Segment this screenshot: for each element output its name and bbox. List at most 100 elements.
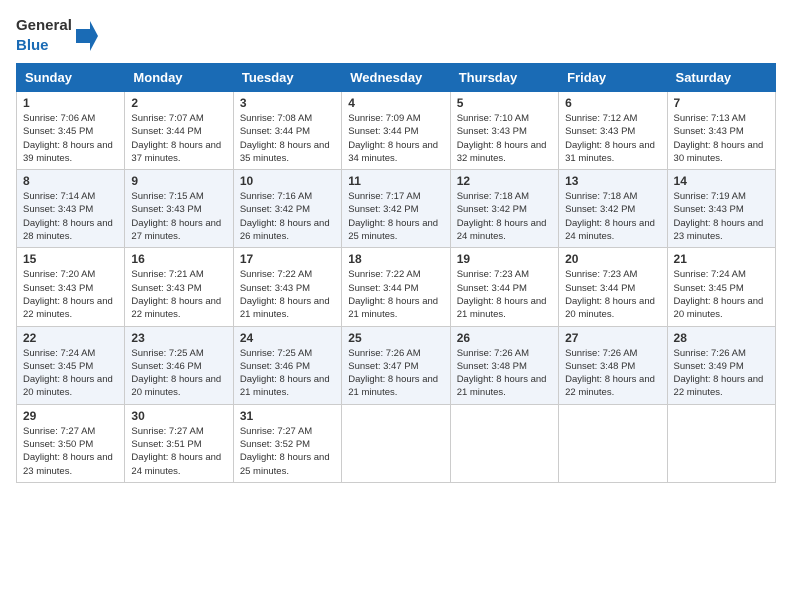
day-info: Sunrise: 7:25 AM Sunset: 3:46 PM Dayligh… [240,347,335,400]
day-info: Sunrise: 7:07 AM Sunset: 3:44 PM Dayligh… [131,112,226,165]
day-number: 25 [348,331,443,345]
day-info: Sunrise: 7:24 AM Sunset: 3:45 PM Dayligh… [23,347,118,400]
daylight-label: Daylight: 8 hours and 21 minutes. [457,374,547,398]
sunrise-label: Sunrise: 7:10 AM [457,113,529,124]
day-number: 13 [565,174,660,188]
day-info: Sunrise: 7:27 AM Sunset: 3:51 PM Dayligh… [131,425,226,478]
sunrise-label: Sunrise: 7:27 AM [131,426,203,437]
daylight-label: Daylight: 8 hours and 25 minutes. [348,218,438,242]
sunset-label: Sunset: 3:42 PM [348,204,418,215]
calendar-day-header: Sunday [17,64,125,92]
day-number: 26 [457,331,552,345]
sunset-label: Sunset: 3:47 PM [348,361,418,372]
day-number: 12 [457,174,552,188]
logo-arrow-icon [76,21,98,51]
sunset-label: Sunset: 3:43 PM [23,283,93,294]
calendar-header-row: SundayMondayTuesdayWednesdayThursdayFrid… [17,64,776,92]
calendar-week-row: 22 Sunrise: 7:24 AM Sunset: 3:45 PM Dayl… [17,326,776,404]
sunrise-label: Sunrise: 7:25 AM [131,348,203,359]
day-number: 22 [23,331,118,345]
day-number: 17 [240,252,335,266]
day-info: Sunrise: 7:16 AM Sunset: 3:42 PM Dayligh… [240,190,335,243]
daylight-label: Daylight: 8 hours and 26 minutes. [240,218,330,242]
daylight-label: Daylight: 8 hours and 23 minutes. [674,218,764,242]
calendar-cell: 10 Sunrise: 7:16 AM Sunset: 3:42 PM Dayl… [233,170,341,248]
calendar-cell: 4 Sunrise: 7:09 AM Sunset: 3:44 PM Dayli… [342,92,450,170]
sunset-label: Sunset: 3:48 PM [565,361,635,372]
daylight-label: Daylight: 8 hours and 20 minutes. [674,296,764,320]
day-info: Sunrise: 7:26 AM Sunset: 3:48 PM Dayligh… [457,347,552,400]
daylight-label: Daylight: 8 hours and 27 minutes. [131,218,221,242]
calendar-day-header: Friday [559,64,667,92]
sunset-label: Sunset: 3:43 PM [457,126,527,137]
sunrise-label: Sunrise: 7:19 AM [674,191,746,202]
daylight-label: Daylight: 8 hours and 39 minutes. [23,140,113,164]
daylight-label: Daylight: 8 hours and 35 minutes. [240,140,330,164]
calendar-cell: 19 Sunrise: 7:23 AM Sunset: 3:44 PM Dayl… [450,248,558,326]
sunrise-label: Sunrise: 7:22 AM [240,269,312,280]
calendar-cell: 21 Sunrise: 7:24 AM Sunset: 3:45 PM Dayl… [667,248,775,326]
sunset-label: Sunset: 3:45 PM [23,361,93,372]
sunrise-label: Sunrise: 7:23 AM [457,269,529,280]
day-info: Sunrise: 7:26 AM Sunset: 3:49 PM Dayligh… [674,347,769,400]
daylight-label: Daylight: 8 hours and 23 minutes. [23,452,113,476]
calendar-cell: 9 Sunrise: 7:15 AM Sunset: 3:43 PM Dayli… [125,170,233,248]
day-number: 3 [240,96,335,110]
sunrise-label: Sunrise: 7:26 AM [674,348,746,359]
calendar-cell: 23 Sunrise: 7:25 AM Sunset: 3:46 PM Dayl… [125,326,233,404]
sunrise-label: Sunrise: 7:26 AM [348,348,420,359]
day-number: 10 [240,174,335,188]
calendar-cell: 28 Sunrise: 7:26 AM Sunset: 3:49 PM Dayl… [667,326,775,404]
daylight-label: Daylight: 8 hours and 24 minutes. [565,218,655,242]
day-info: Sunrise: 7:26 AM Sunset: 3:47 PM Dayligh… [348,347,443,400]
sunrise-label: Sunrise: 7:27 AM [240,426,312,437]
sunrise-label: Sunrise: 7:09 AM [348,113,420,124]
sunrise-label: Sunrise: 7:08 AM [240,113,312,124]
calendar-cell: 24 Sunrise: 7:25 AM Sunset: 3:46 PM Dayl… [233,326,341,404]
sunset-label: Sunset: 3:43 PM [131,204,201,215]
daylight-label: Daylight: 8 hours and 21 minutes. [240,374,330,398]
day-info: Sunrise: 7:27 AM Sunset: 3:52 PM Dayligh… [240,425,335,478]
calendar-week-row: 15 Sunrise: 7:20 AM Sunset: 3:43 PM Dayl… [17,248,776,326]
calendar-cell: 22 Sunrise: 7:24 AM Sunset: 3:45 PM Dayl… [17,326,125,404]
day-info: Sunrise: 7:20 AM Sunset: 3:43 PM Dayligh… [23,268,118,321]
logo: General Blue [16,16,98,55]
day-info: Sunrise: 7:15 AM Sunset: 3:43 PM Dayligh… [131,190,226,243]
day-info: Sunrise: 7:09 AM Sunset: 3:44 PM Dayligh… [348,112,443,165]
daylight-label: Daylight: 8 hours and 37 minutes. [131,140,221,164]
sunset-label: Sunset: 3:43 PM [23,204,93,215]
day-number: 27 [565,331,660,345]
sunset-label: Sunset: 3:48 PM [457,361,527,372]
daylight-label: Daylight: 8 hours and 28 minutes. [23,218,113,242]
sunset-label: Sunset: 3:45 PM [23,126,93,137]
sunset-label: Sunset: 3:43 PM [674,126,744,137]
daylight-label: Daylight: 8 hours and 34 minutes. [348,140,438,164]
day-number: 19 [457,252,552,266]
sunrise-label: Sunrise: 7:23 AM [565,269,637,280]
calendar-cell: 27 Sunrise: 7:26 AM Sunset: 3:48 PM Dayl… [559,326,667,404]
calendar-cell: 31 Sunrise: 7:27 AM Sunset: 3:52 PM Dayl… [233,404,341,482]
day-number: 20 [565,252,660,266]
daylight-label: Daylight: 8 hours and 32 minutes. [457,140,547,164]
sunrise-label: Sunrise: 7:22 AM [348,269,420,280]
day-info: Sunrise: 7:10 AM Sunset: 3:43 PM Dayligh… [457,112,552,165]
daylight-label: Daylight: 8 hours and 22 minutes. [674,374,764,398]
day-info: Sunrise: 7:18 AM Sunset: 3:42 PM Dayligh… [565,190,660,243]
calendar-day-header: Monday [125,64,233,92]
day-number: 29 [23,409,118,423]
calendar-cell: 25 Sunrise: 7:26 AM Sunset: 3:47 PM Dayl… [342,326,450,404]
calendar-cell: 1 Sunrise: 7:06 AM Sunset: 3:45 PM Dayli… [17,92,125,170]
sunrise-label: Sunrise: 7:24 AM [23,348,95,359]
sunset-label: Sunset: 3:42 PM [457,204,527,215]
calendar-week-row: 29 Sunrise: 7:27 AM Sunset: 3:50 PM Dayl… [17,404,776,482]
calendar-cell: 5 Sunrise: 7:10 AM Sunset: 3:43 PM Dayli… [450,92,558,170]
daylight-label: Daylight: 8 hours and 21 minutes. [348,374,438,398]
calendar-cell: 6 Sunrise: 7:12 AM Sunset: 3:43 PM Dayli… [559,92,667,170]
logo-line1: General [16,16,72,36]
day-info: Sunrise: 7:27 AM Sunset: 3:50 PM Dayligh… [23,425,118,478]
sunset-label: Sunset: 3:50 PM [23,439,93,450]
calendar-cell [450,404,558,482]
day-info: Sunrise: 7:24 AM Sunset: 3:45 PM Dayligh… [674,268,769,321]
calendar-cell: 11 Sunrise: 7:17 AM Sunset: 3:42 PM Dayl… [342,170,450,248]
calendar-week-row: 8 Sunrise: 7:14 AM Sunset: 3:43 PM Dayli… [17,170,776,248]
